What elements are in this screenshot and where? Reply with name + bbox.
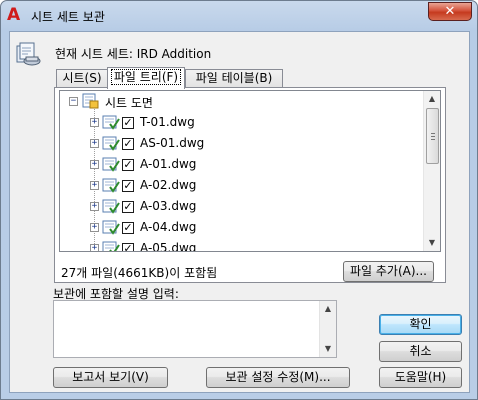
scroll-up-arrow-icon[interactable]: ▲: [323, 305, 333, 313]
expand-expander-icon[interactable]: +: [90, 244, 99, 251]
dialog-window: A 시트 세트 보관 ✕ 현재 시트 세트: IRD Addition 시트(S…: [0, 0, 478, 400]
include-checkbox[interactable]: ✓: [122, 201, 134, 213]
file-name-label: AS-01.dwg: [140, 136, 205, 150]
sheet-set-archive-icon: [16, 42, 41, 66]
drawing-file-icon: [102, 178, 120, 193]
drawing-file-icon: [102, 157, 120, 172]
drawing-file-icon: [102, 136, 120, 151]
description-scrollbar[interactable]: ▲ ▼: [319, 301, 336, 357]
description-textarea[interactable]: ▲ ▼: [53, 300, 337, 358]
window-title: 시트 세트 보관: [31, 10, 105, 24]
scrollbar-thumb[interactable]: [426, 108, 439, 164]
close-button[interactable]: ✕: [428, 2, 472, 21]
tree-item-row[interactable]: + ✓ A-05.dwg: [60, 238, 420, 251]
tab-file-tree[interactable]: 파일 트리(F): [107, 67, 185, 89]
drawing-file-icon: [102, 241, 120, 251]
tree-item-row[interactable]: + ✓ A-03.dwg: [60, 196, 420, 217]
add-file-button[interactable]: 파일 추가(A)...: [343, 261, 434, 282]
drawing-file-icon: [102, 199, 120, 214]
tree-root-row[interactable]: − 시트 도면: [60, 91, 420, 112]
include-checkbox[interactable]: ✓: [122, 138, 134, 150]
title-bar[interactable]: A 시트 세트 보관 ✕: [1, 1, 477, 31]
ok-button[interactable]: 확인: [379, 314, 462, 335]
collapse-expander-icon[interactable]: −: [69, 97, 78, 106]
view-report-button[interactable]: 보고서 보기(V): [53, 367, 168, 388]
file-name-label: A-03.dwg: [140, 199, 197, 213]
scroll-down-arrow-icon[interactable]: ▼: [427, 239, 437, 247]
include-checkbox[interactable]: ✓: [122, 243, 134, 251]
scrollbar-grip: [431, 139, 435, 140]
drawing-file-icon: [102, 115, 120, 130]
expand-expander-icon[interactable]: +: [90, 223, 99, 232]
expand-expander-icon[interactable]: +: [90, 202, 99, 211]
file-name-label: A-01.dwg: [140, 157, 197, 171]
file-name-label: T-01.dwg: [140, 115, 195, 129]
tree-vertical-scrollbar[interactable]: ▲ ▼: [423, 91, 440, 251]
file-name-label: A-05.dwg: [140, 241, 197, 251]
tree-item-row[interactable]: + ✓ A-04.dwg: [60, 217, 420, 238]
expand-expander-icon[interactable]: +: [90, 139, 99, 148]
drawing-file-icon: [102, 220, 120, 235]
include-checkbox[interactable]: ✓: [122, 159, 134, 171]
include-checkbox[interactable]: ✓: [122, 222, 134, 234]
scrollbar-grip: [431, 133, 435, 134]
tree-item-row[interactable]: + ✓ AS-01.dwg: [60, 133, 420, 154]
autocad-logo-icon: A: [7, 5, 21, 25]
current-sheet-set-label: 현재 시트 세트: IRD Addition: [55, 47, 212, 61]
scroll-down-arrow-icon[interactable]: ▼: [323, 345, 333, 353]
expand-expander-icon[interactable]: +: [90, 181, 99, 190]
cancel-button[interactable]: 취소: [379, 341, 462, 362]
scroll-up-arrow-icon[interactable]: ▲: [427, 95, 437, 103]
include-checkbox[interactable]: ✓: [122, 117, 134, 129]
expand-expander-icon[interactable]: +: [90, 160, 99, 169]
scrollbar-grip: [431, 136, 435, 137]
tree-item-row[interactable]: + ✓ A-01.dwg: [60, 154, 420, 175]
file-name-label: A-02.dwg: [140, 178, 197, 192]
file-tree[interactable]: − 시트 도면 + ✓ T-01.dwg + ✓ AS-01.dwg + ✓ A…: [59, 90, 441, 252]
include-checkbox[interactable]: ✓: [122, 180, 134, 192]
dialog-client-area: 현재 시트 세트: IRD Addition 시트(S) 파일 트리(F) 파일…: [9, 31, 470, 393]
help-button[interactable]: 도움말(H): [379, 367, 462, 388]
tab-file-table-label: 파일 테이블(B): [195, 71, 273, 85]
tab-sheets[interactable]: 시트(S): [56, 69, 108, 88]
expand-expander-icon[interactable]: +: [90, 118, 99, 127]
tree-item-row[interactable]: + ✓ A-02.dwg: [60, 175, 420, 196]
file-count-label: 27개 파일(4661KB)이 포함됨: [61, 266, 218, 280]
tab-file-table[interactable]: 파일 테이블(B): [185, 69, 283, 88]
modify-archive-settings-button[interactable]: 보관 설정 수정(M)...: [206, 367, 350, 388]
tree-root-label: 시트 도면: [105, 96, 153, 110]
tree-item-row[interactable]: + ✓ T-01.dwg: [60, 112, 420, 133]
sheet-set-folder-icon: [82, 93, 99, 109]
file-name-label: A-04.dwg: [140, 220, 197, 234]
file-tree-content: − 시트 도면 + ✓ T-01.dwg + ✓ AS-01.dwg + ✓ A…: [60, 91, 424, 251]
tab-sheets-label: 시트(S): [62, 71, 102, 85]
file-tree-panel: − 시트 도면 + ✓ T-01.dwg + ✓ AS-01.dwg + ✓ A…: [54, 87, 446, 283]
tab-file-tree-label: 파일 트리(F): [110, 69, 182, 85]
